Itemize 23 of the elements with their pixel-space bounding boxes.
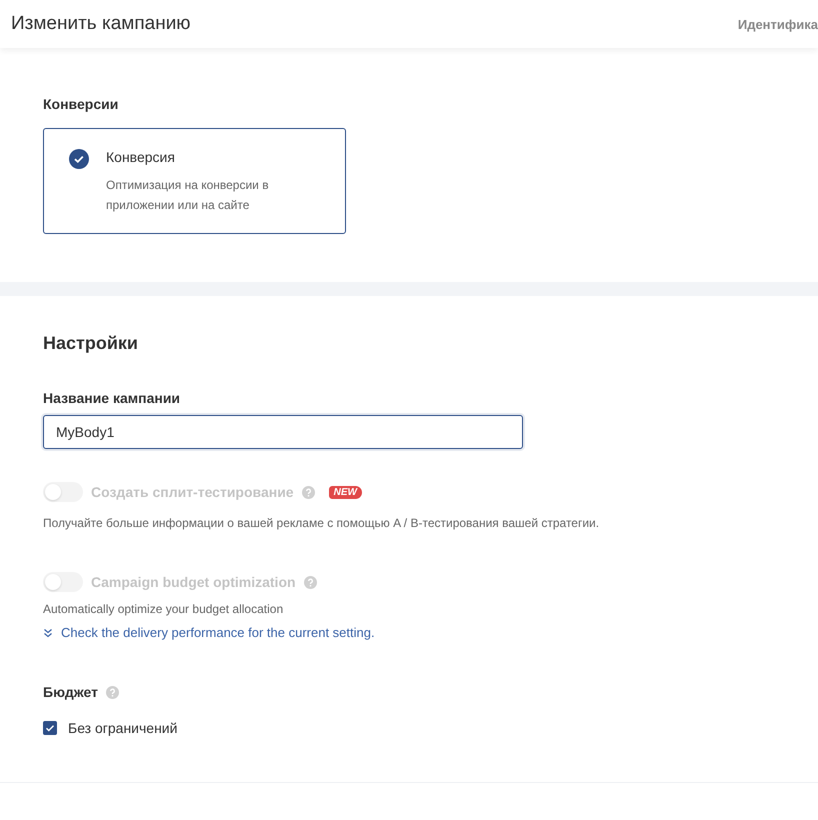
section-title: Конверсии <box>43 96 120 112</box>
option-title: Конверсия <box>106 149 176 165</box>
toggle-label: Campaign budget optimization <box>91 574 296 590</box>
toggle-description: Automatically optimize your budget allocation <box>43 602 284 616</box>
check-icon <box>45 723 55 733</box>
field-label: Название кампании <box>43 390 182 406</box>
option-description: Оптимизация на конверсии в приложении или на сайте <box>106 177 270 214</box>
new-badge: NEW <box>328 486 362 498</box>
double-chevron-icon <box>43 628 53 638</box>
toggle-label: Создать сплит-тестирование <box>91 484 294 500</box>
help-icon <box>304 576 317 588</box>
help-icon <box>106 686 119 698</box>
help-icon <box>302 486 315 498</box>
checkbox-label: Без ограничений <box>68 720 178 736</box>
campaign-name-input[interactable]: MyBody1 <box>43 415 523 449</box>
field-label: Бюджет <box>43 684 98 700</box>
section-heading: Настройки <box>43 333 139 354</box>
check-circle-icon <box>69 149 89 169</box>
checkbox[interactable] <box>43 721 57 735</box>
conversion-option-card[interactable]: Конверсия Оптимизация на конверсии в приложении или на сайте <box>43 128 346 234</box>
toggle-description: Получайте больше информации о вашей рекламе с помощью A / B-тестирования вашей стратегии. <box>43 516 600 530</box>
page-title: Изменить кампанию <box>11 13 191 35</box>
header-tab[interactable]: Идентифика <box>738 16 818 32</box>
